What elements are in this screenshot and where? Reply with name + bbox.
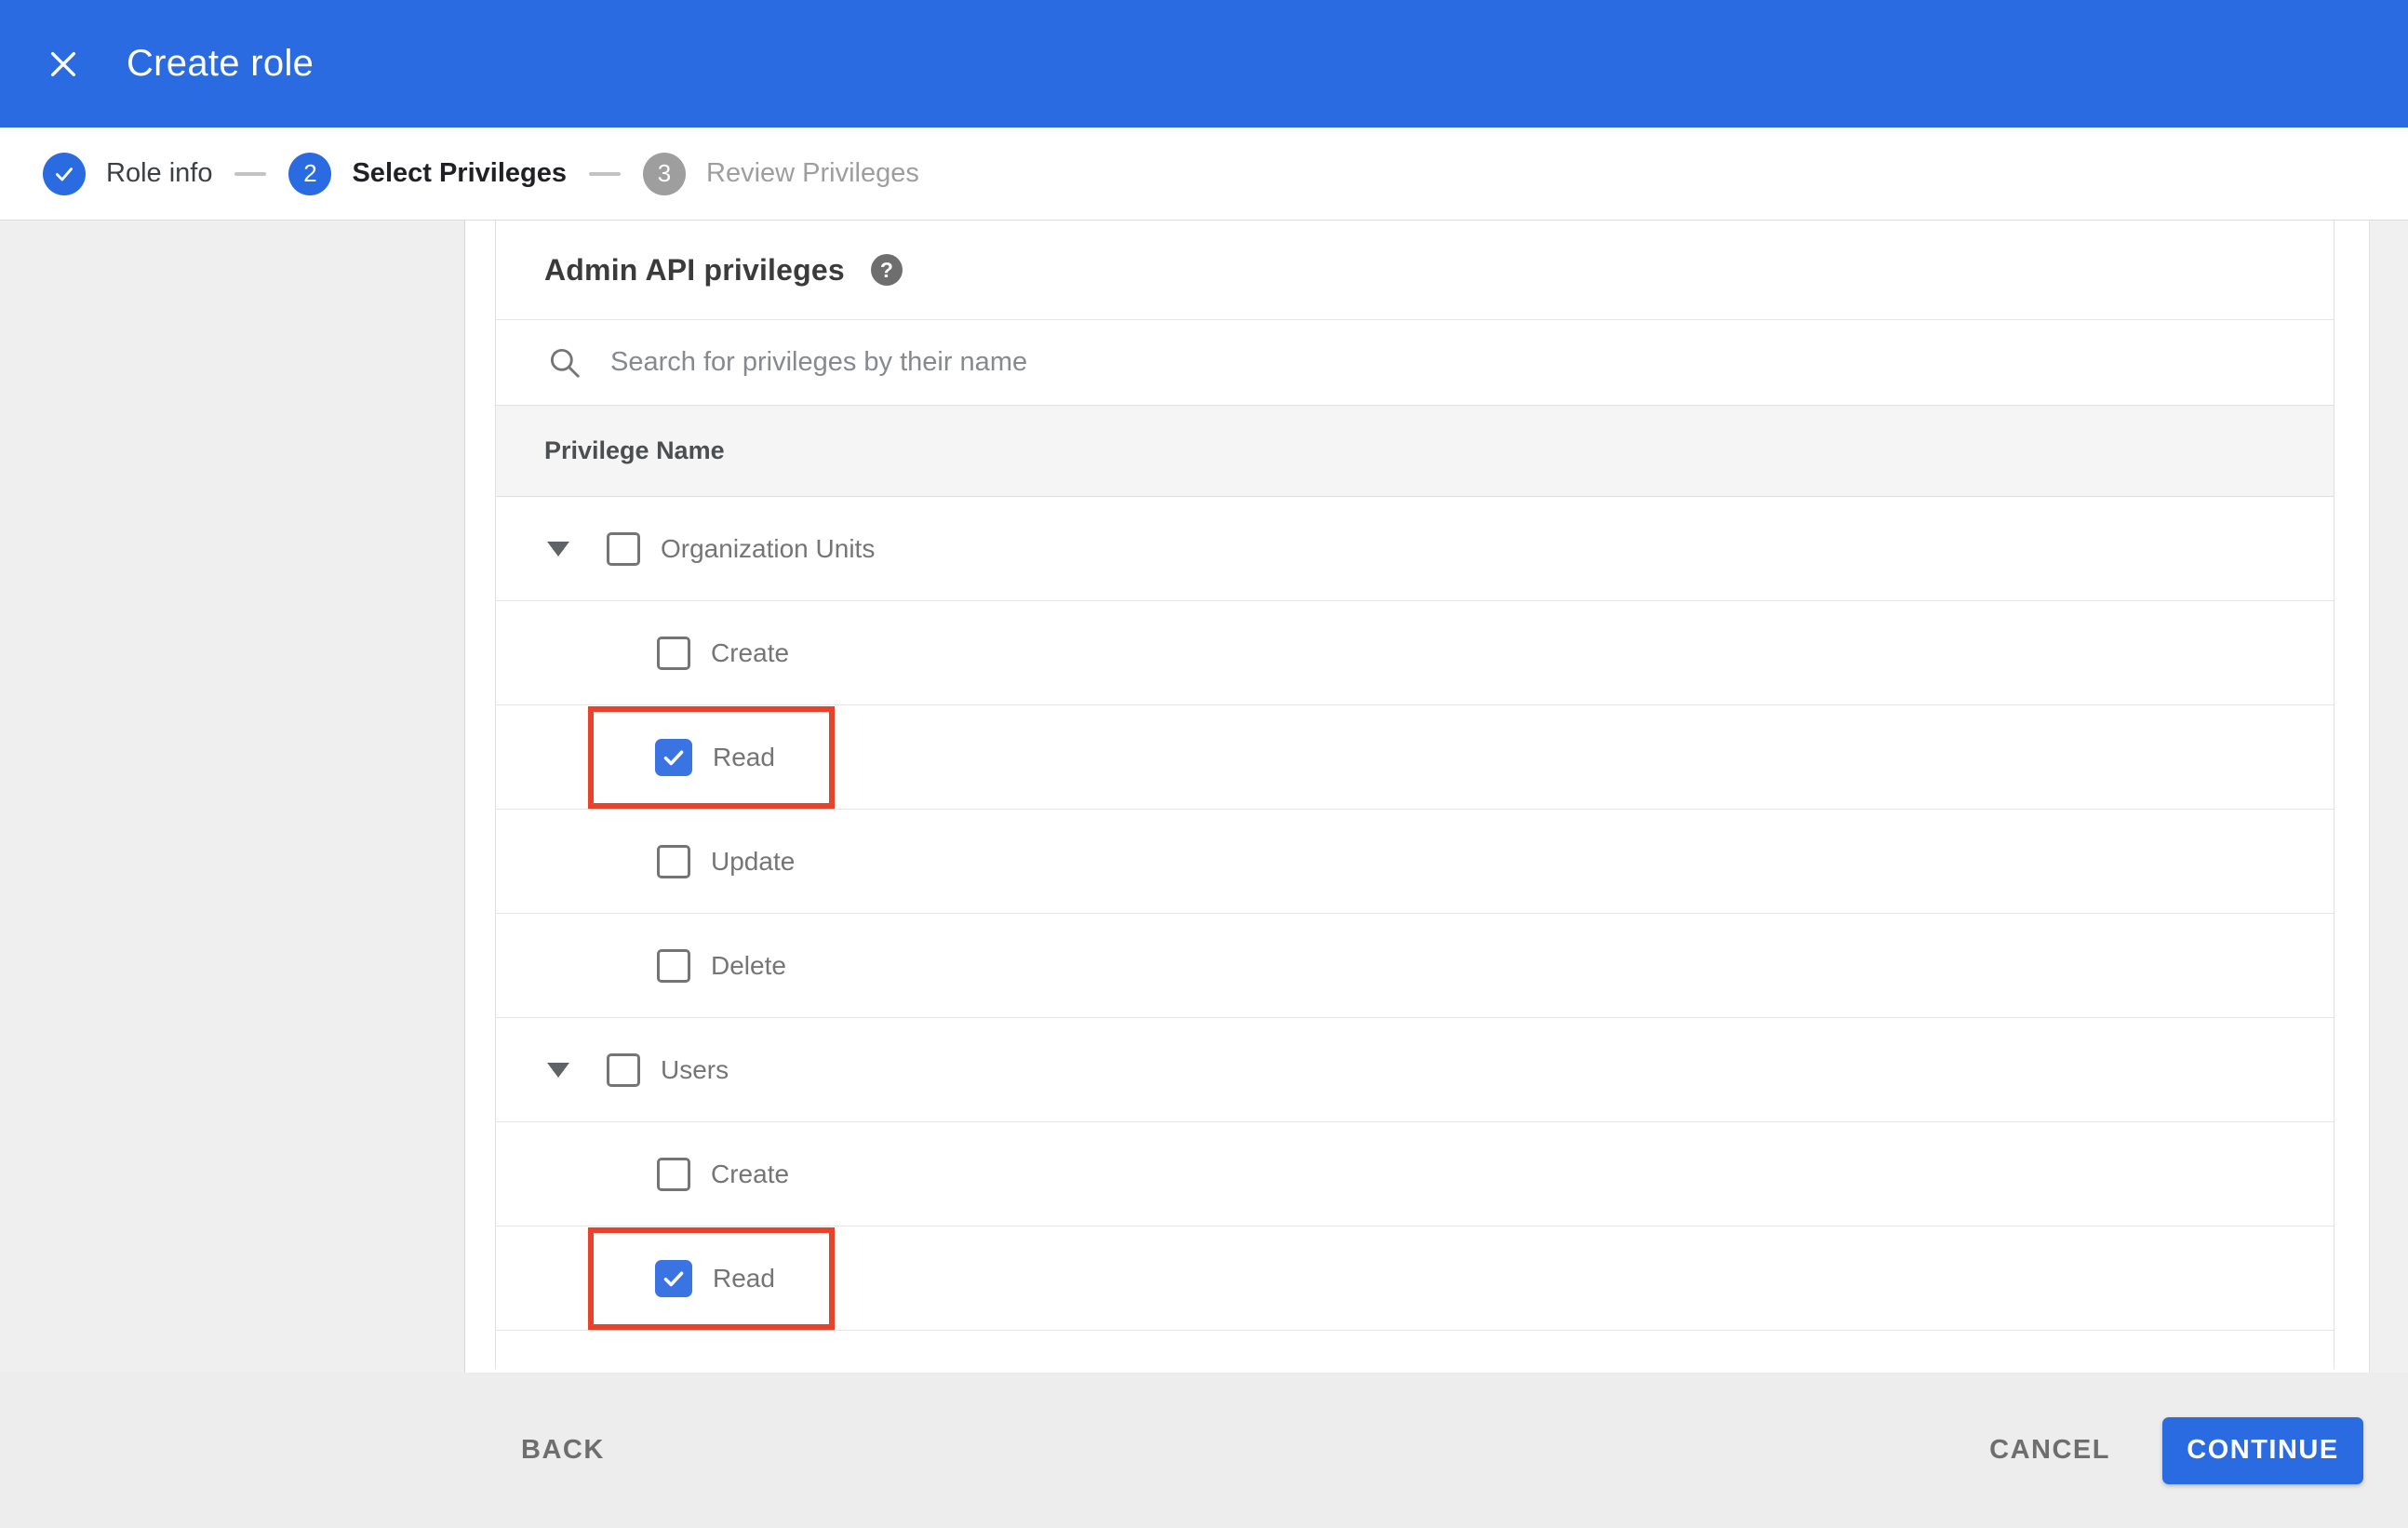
privilege-label: Create: [711, 1159, 790, 1188]
annotation-highlight: [588, 1227, 835, 1330]
step-3-label: Review Privileges: [706, 158, 919, 188]
scrollbar-track[interactable]: [2369, 221, 2408, 1373]
step-review-privileges[interactable]: 3 Review Privileges: [643, 152, 919, 195]
annotation-highlight: [588, 706, 835, 809]
left-sidebar: [0, 221, 465, 1373]
step-1-circle: [43, 152, 86, 195]
privilege-label: Read: [713, 742, 775, 771]
card-heading: Admin API privileges ?: [496, 221, 2334, 319]
content-region: Admin API privileges ? Privilege Name Or…: [0, 221, 2408, 1373]
privilege-label: Users: [661, 1054, 729, 1084]
table-row: Read: [496, 705, 2334, 810]
main-panel: Admin API privileges ? Privilege Name Or…: [465, 221, 2408, 1373]
privilege-checkbox[interactable]: [655, 1259, 692, 1297]
section-title: Admin API privileges: [544, 252, 845, 287]
table-row: Update: [496, 810, 2334, 914]
step-separator: [589, 171, 621, 176]
privilege-checkbox[interactable]: [655, 738, 692, 776]
cancel-button[interactable]: CANCEL: [1980, 1418, 2120, 1482]
privilege-label: Delete: [711, 950, 786, 980]
privilege-checkbox[interactable]: [657, 1157, 690, 1191]
privilege-checkbox[interactable]: [607, 1052, 640, 1087]
expand-arrow-icon[interactable]: [547, 541, 569, 556]
checkmark-icon: [663, 750, 684, 765]
wizard-stepper: Role info 2 Select Privileges 3 Review P…: [0, 127, 2408, 221]
privilege-table-body: Organization Units Create Read Update Delete…: [496, 497, 2334, 1331]
expand-arrow-icon[interactable]: [547, 1062, 569, 1078]
step-select-privileges[interactable]: 2 Select Privileges: [288, 152, 567, 195]
page-title: Create role: [127, 43, 314, 84]
help-icon[interactable]: ?: [870, 254, 903, 286]
privilege-checkbox[interactable]: [607, 531, 640, 566]
step-1-label: Role info: [106, 158, 213, 188]
search-icon: [550, 348, 580, 378]
back-button[interactable]: BACK: [512, 1418, 614, 1482]
checkmark-icon: [56, 167, 73, 181]
table-row: Organization Units: [496, 497, 2334, 601]
privilege-checkbox[interactable]: [657, 844, 690, 878]
step-2-label: Select Privileges: [352, 158, 567, 188]
column-header-privilege-name: Privilege Name: [544, 436, 725, 464]
table-stub-row: [496, 1331, 2334, 1369]
table-row: Users: [496, 1018, 2334, 1122]
step-2-circle: 2: [288, 152, 332, 195]
privilege-checkbox[interactable]: [657, 636, 690, 670]
close-button[interactable]: [43, 44, 84, 85]
checkmark-icon: [663, 1271, 684, 1286]
footer-bar: BACK CANCEL CONTINUE: [0, 1373, 2408, 1528]
privilege-checkbox[interactable]: [657, 948, 690, 983]
table-row: Create: [496, 1122, 2334, 1226]
privilege-label: Organization Units: [661, 533, 876, 563]
table-row: Create: [496, 601, 2334, 705]
privilege-label: Read: [713, 1263, 775, 1293]
step-3-circle: 3: [643, 152, 686, 195]
privilege-label: Create: [711, 637, 790, 667]
privilege-label: Update: [711, 846, 796, 876]
close-icon: [50, 51, 76, 76]
step-role-info[interactable]: Role info: [43, 152, 213, 195]
privileges-card: Admin API privileges ? Privilege Name Or…: [495, 221, 2334, 1369]
step-separator: [234, 171, 267, 176]
appbar: Create role: [0, 0, 2408, 127]
continue-button[interactable]: CONTINUE: [2162, 1416, 2363, 1484]
table-row: Read: [496, 1226, 2334, 1331]
table-row: Delete: [496, 914, 2334, 1018]
search-bar: [496, 319, 2334, 405]
table-header: Privilege Name: [496, 405, 2334, 497]
search-input[interactable]: [609, 346, 2334, 379]
